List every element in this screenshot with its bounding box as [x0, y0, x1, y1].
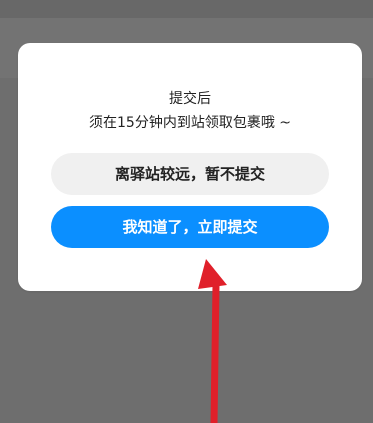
submit-now-button[interactable]: 我知道了，立即提交 [51, 206, 329, 248]
not-submit-button[interactable]: 离驿站较远，暂不提交 [51, 153, 329, 195]
dialog-message: 须在15分钟内到站领取包裹哦 ~ [89, 115, 291, 131]
dialog-title: 提交后 [169, 91, 211, 107]
confirmation-dialog: 提交后 须在15分钟内到站领取包裹哦 ~ 离驿站较远，暂不提交 我知道了，立即提… [18, 43, 362, 291]
